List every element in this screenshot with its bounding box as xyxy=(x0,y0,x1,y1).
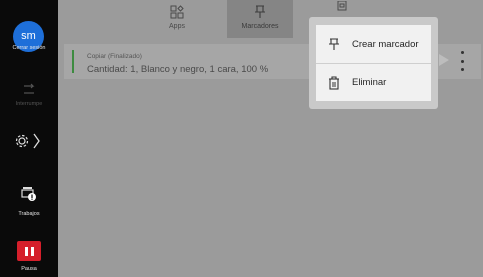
context-menu: Crear marcador Eliminar xyxy=(316,25,431,101)
jobs-icon[interactable] xyxy=(0,186,58,202)
job-status-bar xyxy=(72,50,74,73)
chevron-right-icon xyxy=(33,133,40,149)
jobs-label[interactable]: Trabajos xyxy=(0,211,58,217)
bookmark-pin-icon xyxy=(227,5,293,20)
create-bookmark-item[interactable]: Crear marcador xyxy=(316,25,431,63)
bookmark-pin-icon xyxy=(327,37,341,51)
tab-bookmarks[interactable]: Marcadores xyxy=(227,0,293,38)
pause-button[interactable] xyxy=(17,241,41,261)
tab-apps-label: Apps xyxy=(169,23,185,30)
chevron-right-icon xyxy=(439,54,449,66)
apps-icon xyxy=(144,5,210,20)
delete-label: Eliminar xyxy=(352,77,387,88)
delete-item[interactable]: Eliminar xyxy=(316,63,431,101)
settings-button[interactable] xyxy=(0,132,58,150)
logout-label[interactable]: Cerrar sesión xyxy=(0,45,58,51)
left-sidebar: sm Cerrar sesión Interrumpe Trabajos Pau… xyxy=(0,0,58,277)
more-options-icon[interactable] xyxy=(458,51,466,71)
gear-icon xyxy=(15,134,29,148)
context-menu-popup: Crear marcador Eliminar xyxy=(309,17,438,109)
interrupt-label: Interrumpe xyxy=(15,101,43,107)
job-detail: Cantidad: 1, Blanco y negro, 1 cara, 100… xyxy=(87,64,269,75)
create-bookmark-label: Crear marcador xyxy=(352,38,419,50)
job-title: Copiar (Finalizado) xyxy=(87,53,142,60)
tab-bookmarks-label: Marcadores xyxy=(241,23,279,30)
trash-icon xyxy=(327,75,341,90)
interrupt-icon xyxy=(0,82,58,96)
tab-apps[interactable]: Apps xyxy=(144,0,210,38)
document-icon xyxy=(309,1,375,16)
pause-label[interactable]: Pausa xyxy=(0,266,58,272)
